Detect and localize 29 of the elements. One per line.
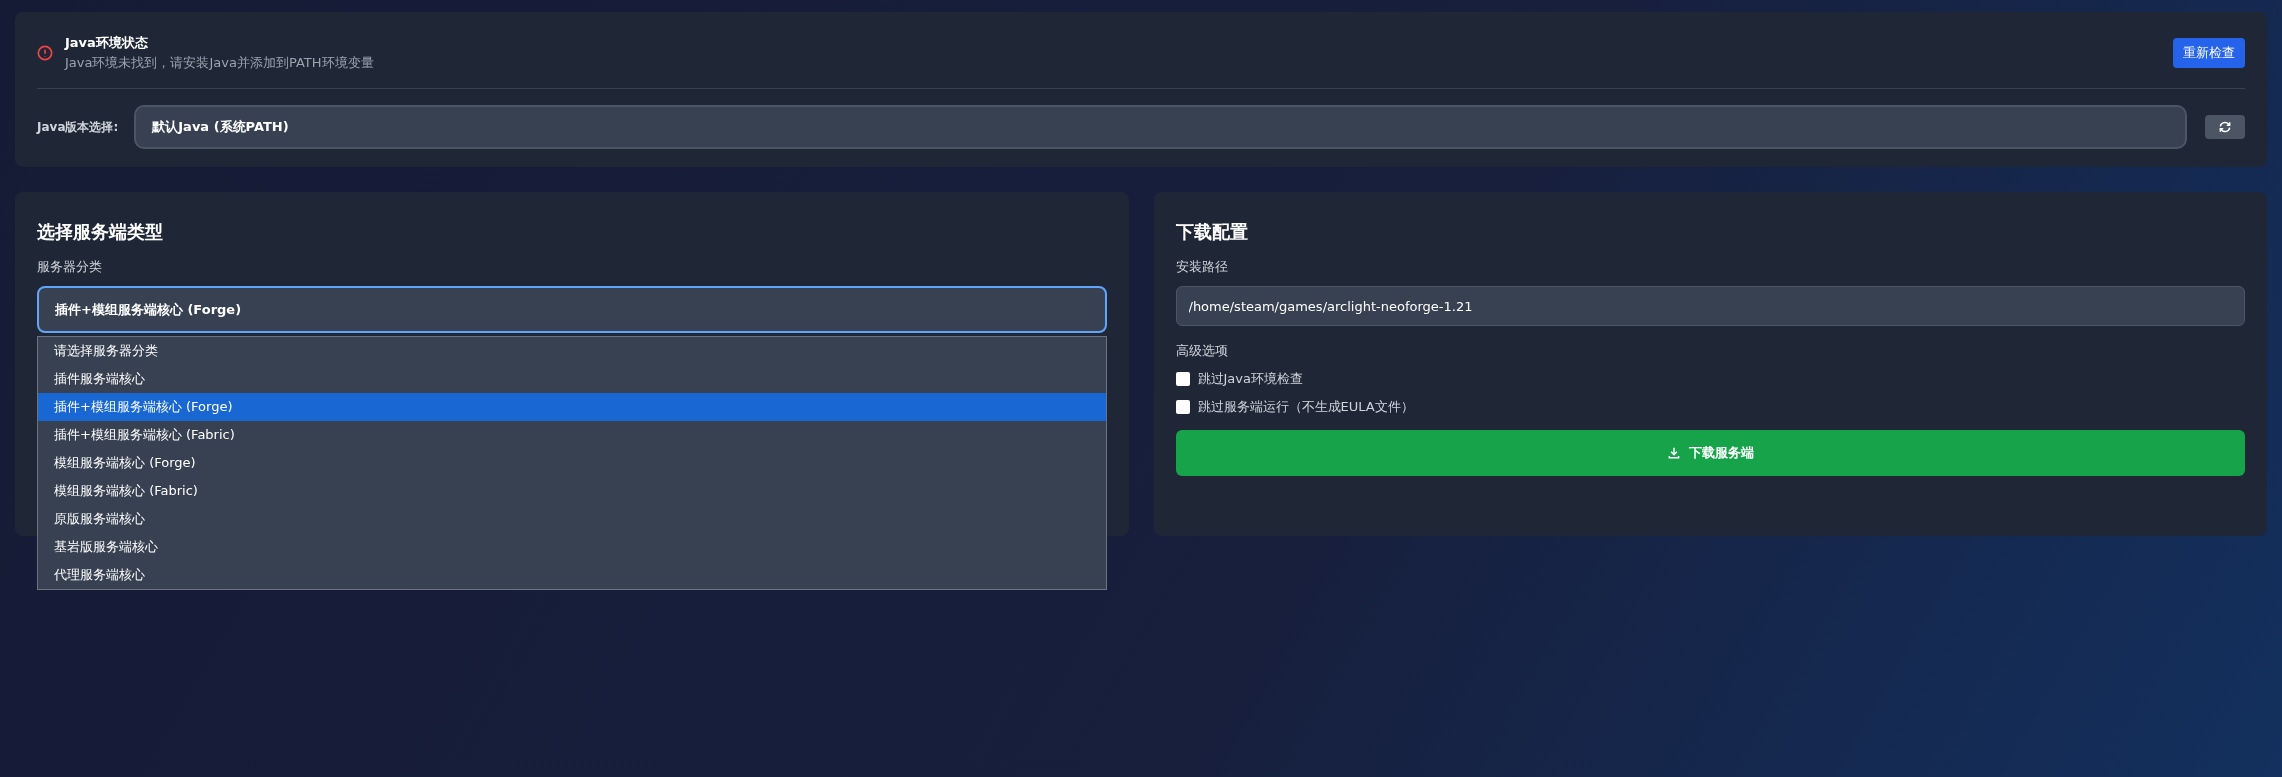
dropdown-option[interactable]: 插件+模组服务端核心 (Forge) [38,393,1106,421]
panel-title: 选择服务端类型 [37,220,164,244]
java-version-label: Java版本选择: [37,118,119,136]
path-field[interactable]: /home/steam/games/arclight-neoforge-1.21 [1175,286,2245,326]
panel-title: 下载配置 [1175,220,1249,244]
checkbox-label: 跳过服务端运行（不生成EULA文件） [1197,398,1414,416]
alert-icon [37,45,53,61]
status-message: Java环境未找到，请安装Java并添加到PATH环境变量 [65,54,375,72]
download-icon [1666,446,1681,460]
status-title: Java环境状态 [65,34,149,52]
java-version-select[interactable]: 默认Java (系统PATH) [134,105,2187,149]
dropdown-option[interactable]: 请选择服务器分类 [38,337,1106,365]
dropdown-option[interactable]: 代理服务端核心 [38,561,1106,589]
refresh-icon [2218,120,2232,134]
dropdown-option[interactable]: 模组服务端核心 (Fabric) [38,477,1106,505]
field-label: 服务器分类 [37,258,103,276]
dropdown-option[interactable]: 插件服务端核心 [38,365,1106,393]
dropdown-option[interactable]: 原版服务端核心 [38,505,1106,533]
category-select[interactable]: 插件+模组服务端核心 (Forge) [37,286,1107,333]
section-label: 高级选项 [1175,342,1229,360]
dropdown-option[interactable]: 插件+模组服务端核心 (Fabric) [38,421,1106,449]
dropdown-option[interactable]: 模组服务端核心 (Forge) [38,449,1106,477]
recheck-button[interactable]: 重新检查 [2173,38,2245,68]
refresh-button[interactable] [2205,115,2245,139]
checkbox-label: 跳过Java环境检查 [1197,370,1303,388]
dropdown-option[interactable]: 基岩版服务端核心 [38,533,1106,561]
field-label: 安装路径 [1175,258,1229,276]
checkbox[interactable] [1175,400,1190,414]
checkbox[interactable] [1175,372,1190,386]
